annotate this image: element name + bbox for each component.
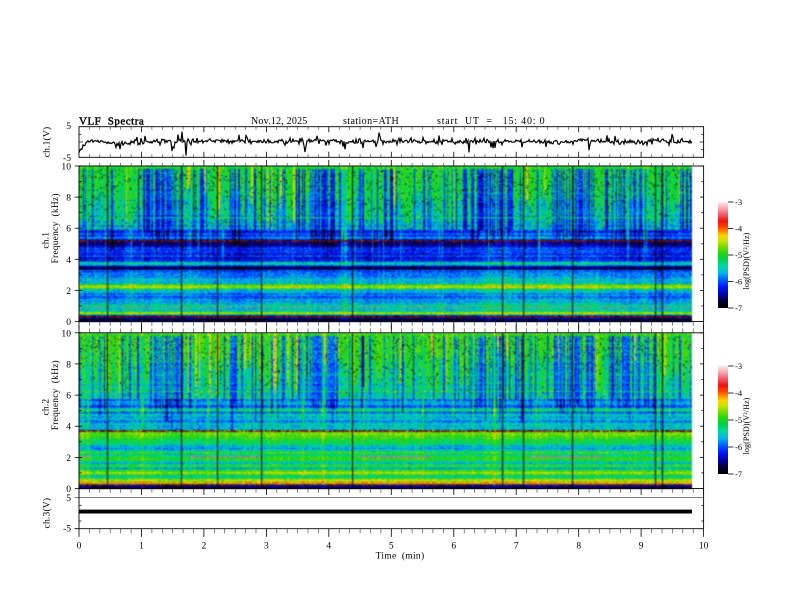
svg-text:Time (min): Time (min): [376, 551, 425, 562]
svg-text:2: 2: [202, 541, 207, 551]
svg-text:-7: -7: [735, 303, 742, 313]
svg-text:-3: -3: [735, 197, 742, 207]
svg-text:10: 10: [61, 328, 71, 339]
svg-text:8: 8: [576, 541, 581, 551]
svg-text:0: 0: [77, 541, 82, 551]
svg-text:start UT = 15: 40: 0: start UT = 15: 40: 0: [437, 116, 545, 127]
svg-text:4: 4: [326, 541, 331, 551]
svg-text:2: 2: [66, 453, 71, 464]
svg-text:-4: -4: [735, 388, 743, 398]
svg-text:6: 6: [66, 391, 71, 402]
svg-text:-3: -3: [735, 361, 742, 371]
svg-text:5: 5: [389, 541, 394, 551]
svg-text:Nov.12, 2025: Nov.12, 2025: [251, 116, 307, 127]
svg-text:Frequency (kHz): Frequency (kHz): [50, 193, 61, 263]
svg-text:10: 10: [61, 162, 71, 173]
svg-text:6: 6: [451, 541, 456, 551]
svg-text:0: 0: [66, 317, 71, 328]
svg-text:ch.3(V): ch.3(V): [42, 498, 53, 529]
svg-text:-5: -5: [63, 524, 71, 535]
svg-text:Frequency (kHz): Frequency (kHz): [50, 360, 61, 430]
svg-text:9: 9: [639, 541, 644, 551]
svg-text:log(PSD)(V²/Hz): log(PSD)(V²/Hz): [742, 397, 751, 454]
svg-text:5: 5: [66, 121, 71, 132]
svg-text:ch.1: ch.1: [42, 232, 52, 249]
svg-text:-4: -4: [735, 224, 743, 234]
svg-text:4: 4: [66, 422, 71, 433]
svg-text:station=ATH: station=ATH: [343, 116, 399, 127]
svg-text:VLF Spectra: VLF Spectra: [79, 115, 144, 127]
svg-text:3: 3: [264, 541, 269, 551]
svg-text:ch.1(V): ch.1(V): [42, 127, 53, 158]
svg-text:1: 1: [139, 541, 144, 551]
svg-text:2: 2: [66, 286, 71, 297]
svg-text:7: 7: [514, 541, 519, 551]
svg-text:8: 8: [66, 359, 71, 370]
svg-text:6: 6: [66, 224, 71, 235]
svg-text:8: 8: [66, 193, 71, 204]
svg-text:5: 5: [66, 493, 71, 504]
svg-text:-7: -7: [735, 469, 742, 479]
svg-text:4: 4: [66, 255, 71, 266]
svg-text:log(PSD)(V²/Hz): log(PSD)(V²/Hz): [742, 232, 751, 289]
svg-text:ch.2: ch.2: [42, 399, 52, 416]
svg-text:10: 10: [699, 541, 709, 551]
